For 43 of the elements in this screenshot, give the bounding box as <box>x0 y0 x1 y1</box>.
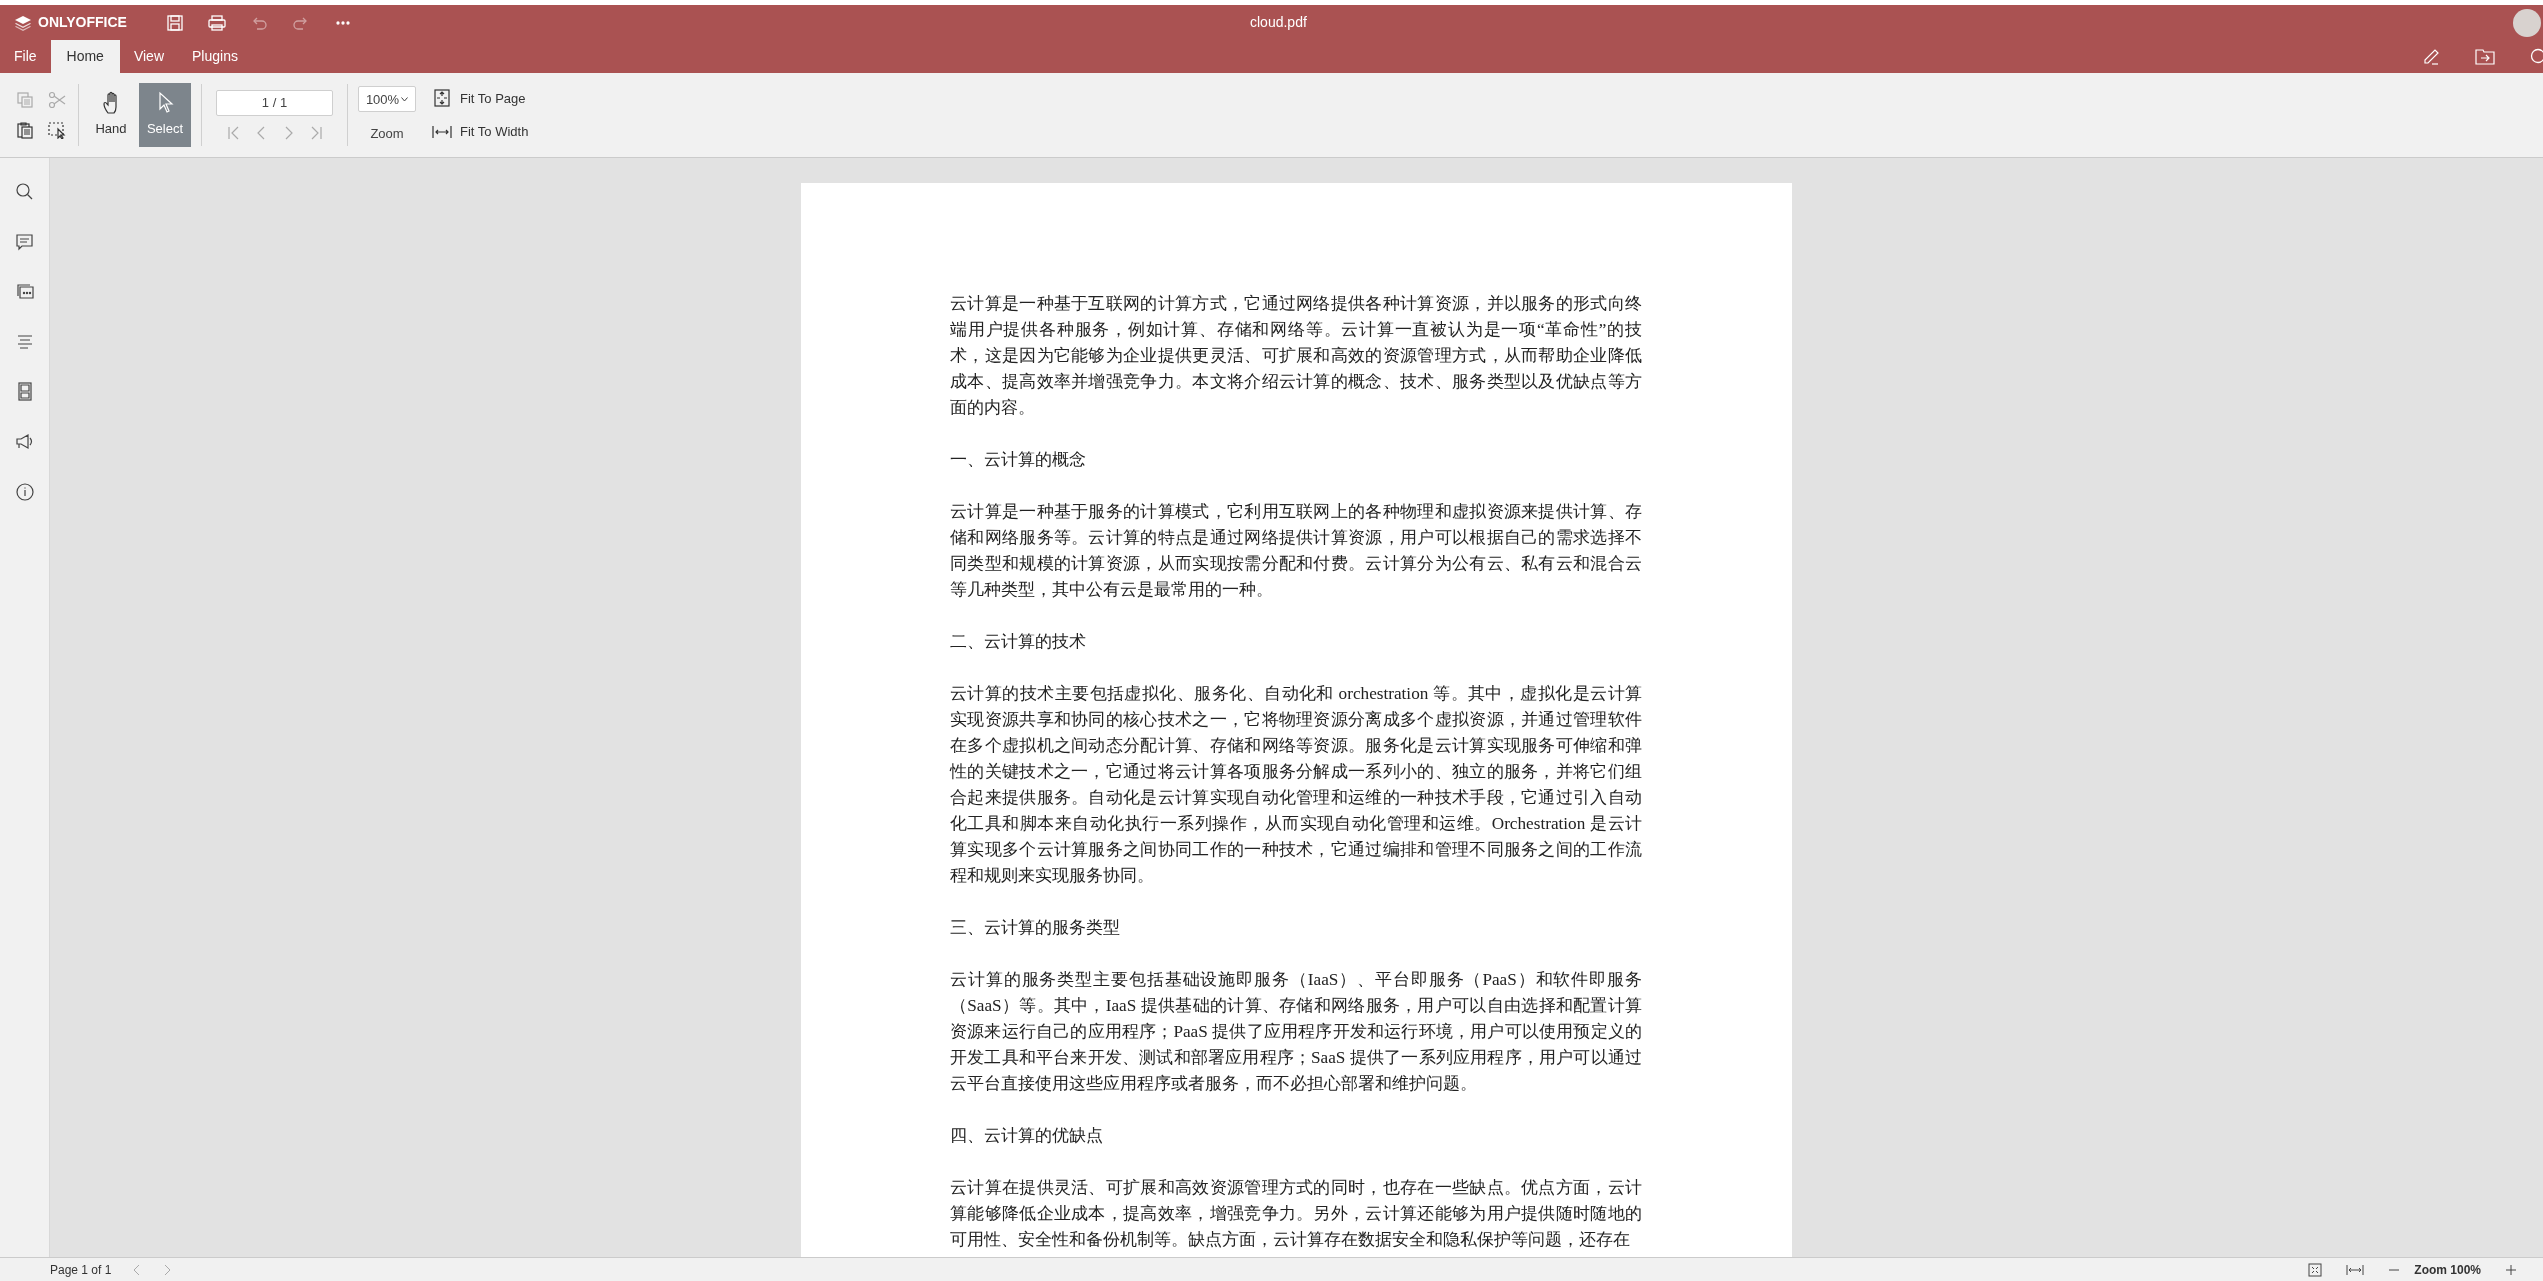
announcement-icon[interactable] <box>14 432 35 452</box>
info-icon[interactable] <box>14 482 35 502</box>
caret-icon <box>401 96 409 102</box>
fit-width-icon[interactable] <box>2346 1263 2365 1276</box>
app-logo: ONLYOFFICE <box>38 13 127 32</box>
fit-page-icon[interactable] <box>2308 1262 2323 1277</box>
fit-width-button[interactable]: Fit To Width <box>432 122 529 142</box>
print-icon[interactable] <box>208 13 226 32</box>
section-heading: 一、云计算的概念 <box>950 449 1087 471</box>
section-heading: 三、云计算的服务类型 <box>950 917 1121 939</box>
save-icon[interactable] <box>166 13 184 32</box>
body-paragraph: 云计算是一种基于服务的计算模式，它利用互联网上的各种物理和虚拟资源来提供计算、存储和网络服务等。云计算的特点是通过网络提供计算资源，用户可以根据自己的需求选择不同类型和规模的计算资源，从而实现按需分配和付费。云计算分为公有云、私有云和混合云等几种类型，其中公有云是最常用的一种。 <box>950 501 1642 601</box>
menu-tab[interactable]: View <box>119 40 178 73</box>
zoom-level: Zoom 100% <box>2414 1261 2481 1279</box>
page-number-field[interactable]: 1 / 1 <box>216 90 333 116</box>
page-indicator: Page 1 of 1 <box>49 1261 112 1279</box>
logo-icon <box>14 14 32 31</box>
fit-page-button[interactable]: Fit To Page <box>432 88 529 108</box>
section-heading: 四、云计算的优缺点 <box>950 1125 1104 1147</box>
menu-tab[interactable]: Plugins <box>178 40 252 73</box>
zoom-label: Zoom <box>370 125 404 144</box>
zoom-in-icon[interactable] <box>2505 1263 2517 1276</box>
zoom-dropdown[interactable]: 100% <box>358 86 416 113</box>
folder-icon[interactable] <box>2475 48 2495 65</box>
menu-tab[interactable]: File <box>0 40 51 73</box>
select-tool-button[interactable]: Select <box>139 83 191 147</box>
section-heading: 二、云计算的技术 <box>950 631 1087 653</box>
fit-page-icon <box>432 89 452 108</box>
body-paragraph: 云计算的服务类型主要包括基础设施即服务（IaaS）、平台即服务（PaaS）和软件即服务（SaaS）等。其中，IaaS 提供基础的计算、存储和网络服务，用户可以自由选择和配置计算资源来运行自己的应用程序；PaaS 提供了应用程序开发和运行环境，用户可以使用预定义的开发工具和平台来开发、测试和部署应用程序；SaaS 提供了一系列应用程序，用户可以通过云平台直接使用这些应用程序或者服务，而不必担心部署和维护问题。 <box>950 969 1642 1095</box>
document-title: cloud.pdf <box>1250 13 1307 32</box>
paste-icon[interactable] <box>16 121 34 139</box>
comment-icon[interactable] <box>14 232 35 252</box>
body-paragraph: 云计算在提供灵活、可扩展和高效资源管理方式的同时，也存在一些缺点。优点方面，云计算能够降低企业成本，提高效率，增强竞争力。另外，云计算还能够为用户提供随时随地的可用性、安全性和备份机制等。缺点方面，云计算存在数据安全和隐私保护等问题，还存在 <box>950 1177 1642 1251</box>
menu-tab[interactable]: Home <box>50 40 120 73</box>
hand-tool-button[interactable]: Hand <box>89 83 133 147</box>
search-icon[interactable] <box>2529 47 2543 66</box>
search-icon[interactable] <box>14 182 35 202</box>
select-all-icon[interactable] <box>48 121 66 139</box>
body-paragraph: 云计算是一种基于互联网的计算方式，它通过网络提供各种计算资源，并以服务的形式向终端用户提供各种服务，例如计算、存储和网络等。云计算一直被认为是一项“革命性”的技术，这是因为它能够为企业提供更灵活、可扩展和高效的资源管理方式，从而帮助企业降低成本、提高效率并增强竞争力。本文将介绍云计算的概念、技术、服务类型以及优缺点等方面的内容。 <box>950 293 1642 419</box>
edit-icon[interactable] <box>2423 47 2441 66</box>
body-paragraph: 云计算的技术主要包括虚拟化、服务化、自动化和 orchestration 等。其中，虚拟化是云计算实现资源共享和协同的核心技术之一，它将物理资源分离成多个虚拟资源，并通过管理软件在多个虚拟机之间动态分配计算、存储和网络等资源。服务化是云计算实现服务可伸缩和弹性的关键技术之一，它通过将云计算各项服务分解成一系列小的、独立的服务，并将它们组合起来提供服务。自动化是云计算实现自动化管理和运维的一种技术手段，它通过引入自动化工具和脚本来自动化执行一系列操作，从而实现自动化管理和运维。Orchestration 是云计算实现多个云计算服务之间协同工作的一种技术，它通过编排和管理不同服务之间的工作流程和规则来实现服务协同。 <box>950 683 1642 887</box>
avatar[interactable] <box>2513 9 2541 37</box>
chat-icon[interactable] <box>14 282 35 302</box>
